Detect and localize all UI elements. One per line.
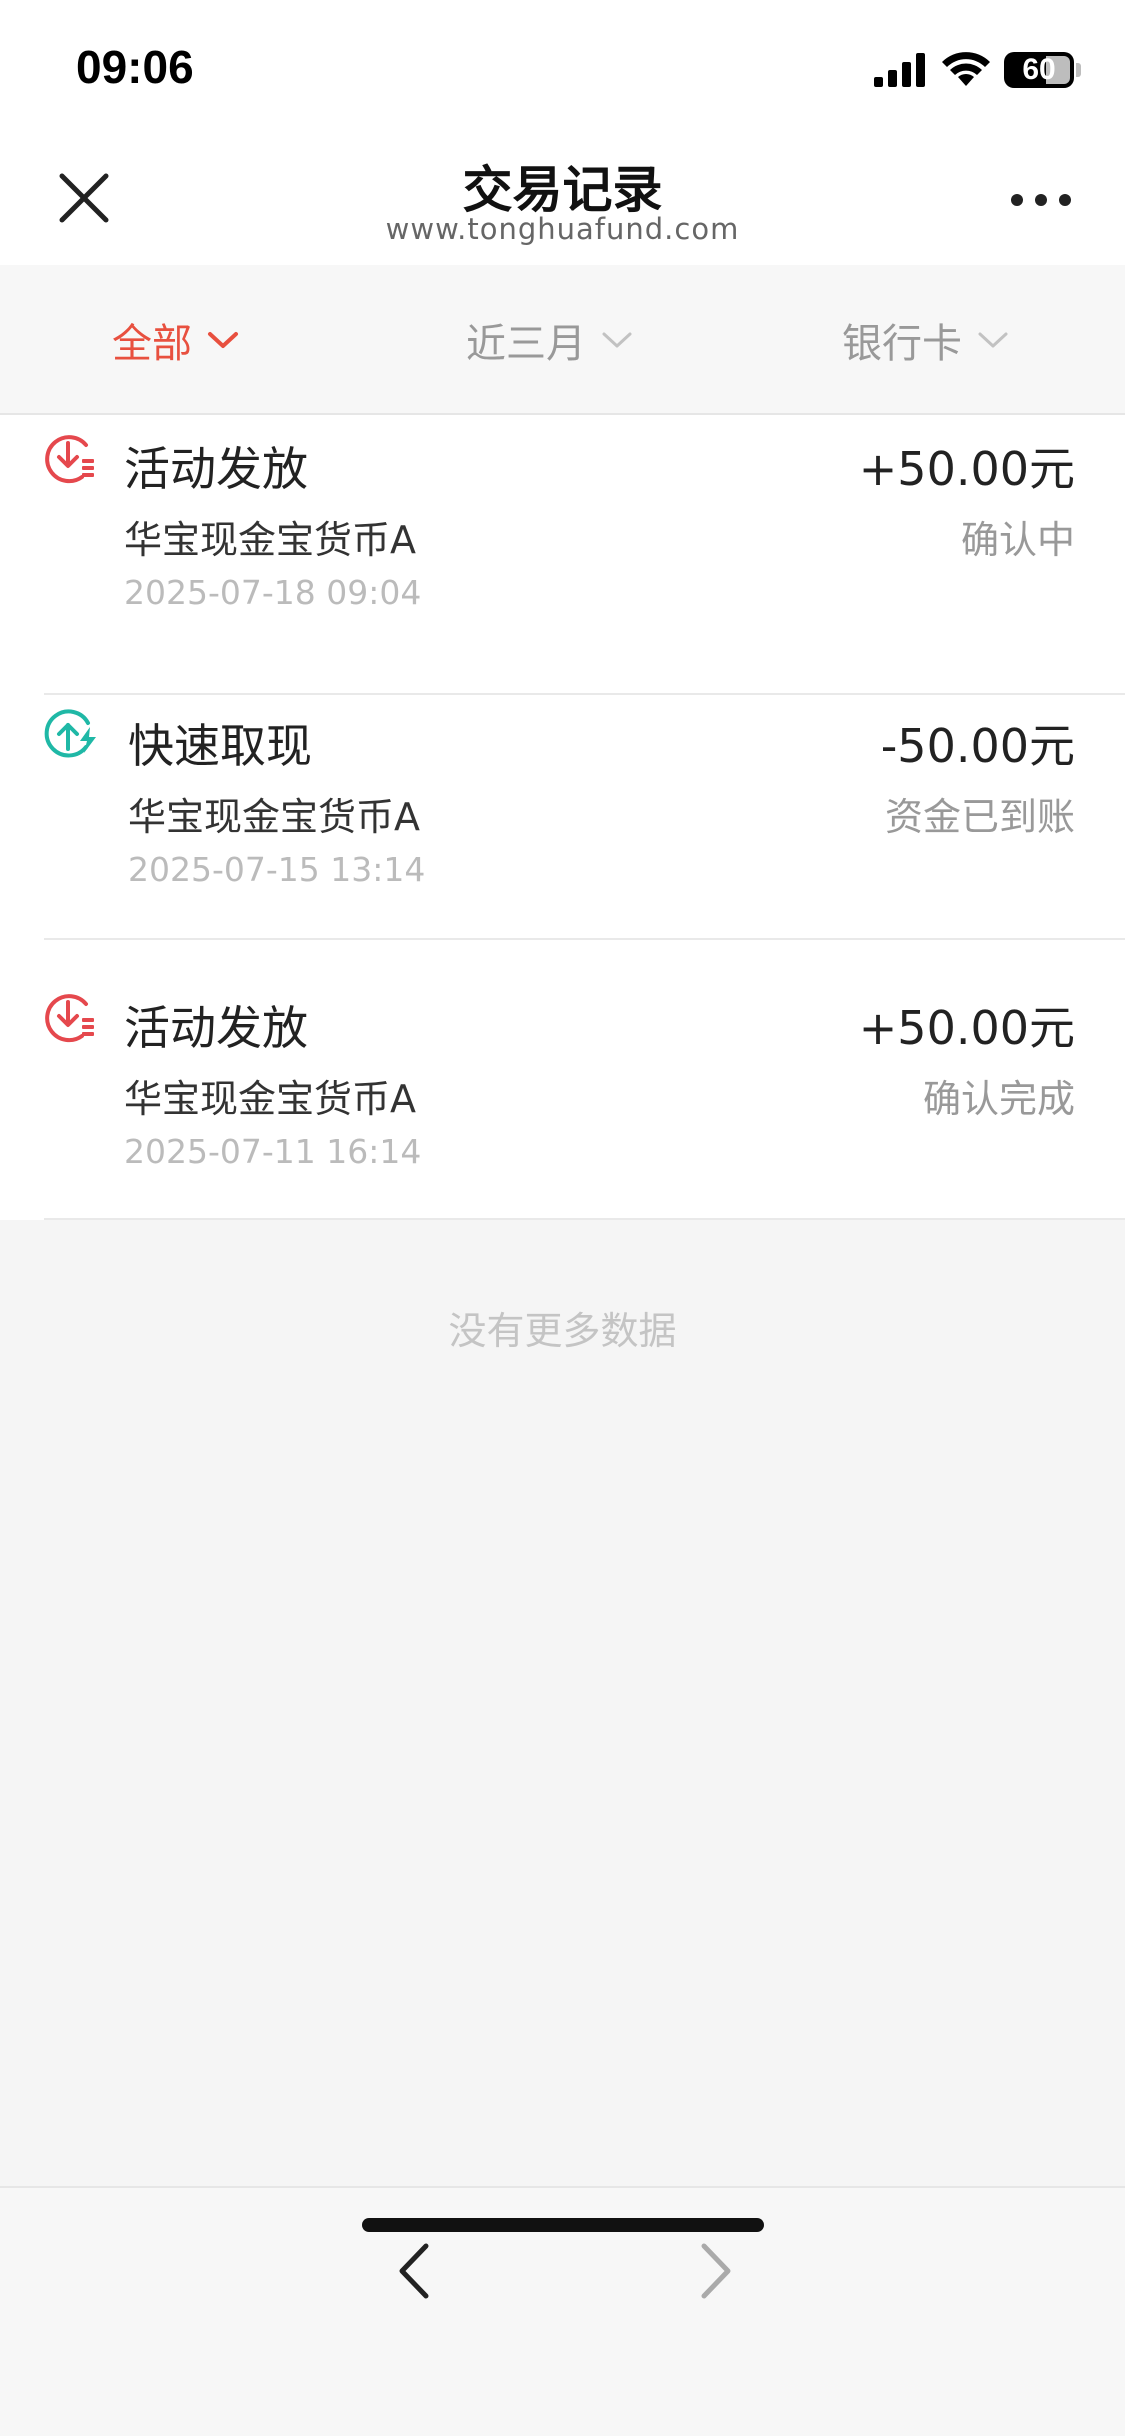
transaction-type: 快速取现	[128, 719, 312, 773]
filter-bar: 全部 近三月 银行卡	[0, 265, 1125, 415]
transaction-amount: +50.00元	[858, 1001, 1075, 1055]
more-dot-icon	[1059, 194, 1071, 206]
filter-label: 全部	[112, 321, 192, 367]
status-bar: 09:06 60	[0, 0, 1125, 130]
nav-header: 交易记录 www.tonghuafund.com	[0, 130, 1125, 265]
transaction-amount: -50.00元	[880, 719, 1075, 773]
chevron-down-icon	[978, 332, 1008, 348]
transaction-row[interactable]: 快速取现 华宝现金宝货币A 2025-07-15 13:14 -50.00元 资…	[0, 660, 1125, 940]
wifi-icon	[942, 52, 990, 86]
transaction-amount: +50.00元	[858, 442, 1075, 496]
fund-name: 华宝现金宝货币A	[124, 518, 416, 562]
forward-arrow-icon[interactable]	[690, 2238, 740, 2304]
transaction-type: 活动发放	[124, 442, 308, 496]
page-domain: www.tonghuafund.com	[385, 212, 740, 246]
withdraw-icon	[44, 709, 96, 758]
battery-level: 60	[1022, 53, 1056, 86]
more-menu-button[interactable]	[1011, 190, 1071, 210]
deposit-icon	[45, 994, 94, 1043]
transaction-datetime: 2025-07-15 13:14	[128, 850, 426, 889]
filter-period[interactable]: 近三月	[466, 265, 634, 415]
deposit-icon	[45, 435, 94, 484]
filter-label: 近三月	[466, 321, 586, 367]
no-more-data-text: 没有更多数据	[448, 1309, 677, 1353]
chevron-down-icon	[602, 332, 632, 348]
back-arrow-icon[interactable]	[390, 2238, 440, 2304]
status-time: 09:06	[76, 41, 194, 93]
transaction-datetime: 2025-07-18 09:04	[124, 573, 422, 612]
transaction-type: 活动发放	[124, 1001, 308, 1055]
chevron-down-icon	[208, 332, 238, 348]
transaction-status: 确认中	[960, 518, 1075, 562]
battery-cap	[1076, 63, 1081, 77]
fund-name: 华宝现金宝货币A	[124, 1077, 416, 1121]
battery-icon: 60	[1004, 52, 1074, 88]
filter-bank-card[interactable]: 银行卡	[842, 265, 1010, 415]
transaction-status: 确认完成	[922, 1077, 1075, 1121]
filter-label: 银行卡	[842, 321, 962, 367]
transaction-list: 活动发放 华宝现金宝货币A 2025-07-18 09:04 +50.00元 确…	[0, 415, 1125, 1220]
more-dot-icon	[1035, 194, 1047, 206]
transaction-row[interactable]: 活动发放 华宝现金宝货币A 2025-07-18 09:04 +50.00元 确…	[0, 415, 1125, 695]
transaction-row[interactable]: 活动发放 华宝现金宝货币A 2025-07-11 16:14 +50.00元 确…	[0, 940, 1125, 1220]
more-dot-icon	[1011, 194, 1023, 206]
transaction-datetime: 2025-07-11 16:14	[124, 1132, 422, 1171]
fund-name: 华宝现金宝货币A	[128, 795, 420, 839]
filter-all[interactable]: 全部	[112, 265, 240, 415]
row-divider	[44, 1218, 1125, 1220]
signal-icon	[874, 53, 925, 87]
status-icons: 60	[874, 48, 1081, 92]
transaction-status: 资金已到账	[884, 795, 1075, 839]
home-indicator[interactable]	[362, 2218, 764, 2232]
